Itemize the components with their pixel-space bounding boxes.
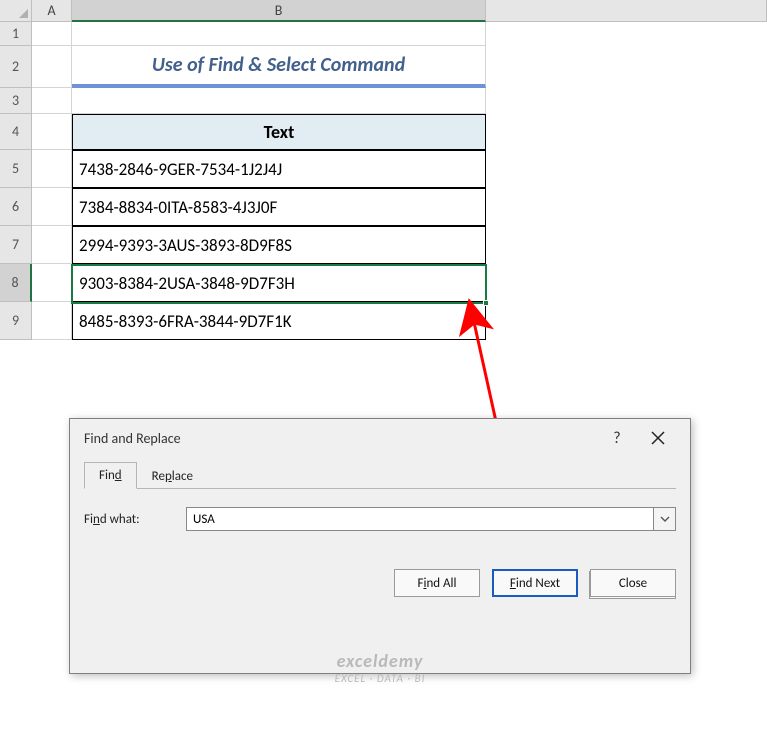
find-dropdown-button[interactable] [654, 507, 676, 531]
row-header-7[interactable]: 7 [0, 226, 32, 264]
cell-B1[interactable] [72, 22, 486, 46]
col-header-A[interactable]: A [32, 0, 72, 22]
watermark-tagline: EXCEL · DATA · BI [280, 672, 480, 685]
find-all-button[interactable]: Find All [394, 569, 480, 597]
tab-strip: Find Replace [84, 461, 676, 489]
table-row-4[interactable]: 8485-8393-6FRA-3844-9D7F1K [72, 302, 486, 340]
cell-B3[interactable] [72, 88, 486, 114]
select-all-corner[interactable] [0, 0, 32, 22]
table-row-3[interactable]: 9303-8384-2USA-3848-9D7F3H [72, 264, 486, 302]
chevron-down-icon [660, 514, 670, 524]
dialog-title: Find and Replace [84, 430, 598, 447]
cell-A4[interactable] [32, 114, 72, 150]
tab-replace[interactable]: Replace [137, 463, 208, 489]
watermark-brand: exceldemy [280, 650, 480, 672]
tab-find[interactable]: Find [84, 462, 137, 489]
dialog-titlebar[interactable]: Find and Replace ? [70, 419, 690, 457]
table-row-1[interactable]: 7384-8834-0ITA-8583-4J3J0F [72, 188, 486, 226]
row-header-6[interactable]: 6 [0, 188, 32, 226]
spreadsheet: A B 1 2 Use of Find & Select Command 3 4… [0, 0, 767, 340]
row-header-4[interactable]: 4 [0, 114, 32, 150]
find-input[interactable] [186, 507, 654, 531]
cell-A3[interactable] [32, 88, 72, 114]
close-button[interactable]: Close [590, 569, 676, 597]
find-what-label: Find what: [84, 512, 174, 527]
cell-A6[interactable] [32, 188, 72, 226]
row-header-1[interactable]: 1 [0, 22, 32, 46]
cell-A7[interactable] [32, 226, 72, 264]
col-header-B[interactable]: B [72, 0, 486, 22]
row-header-8[interactable]: 8 [0, 264, 32, 302]
cell-A2[interactable] [32, 46, 72, 88]
row-header-9[interactable]: 9 [0, 302, 32, 340]
watermark: exceldemy EXCEL · DATA · BI [280, 650, 480, 685]
close-icon[interactable] [636, 419, 680, 457]
fill-handle[interactable] [483, 300, 489, 306]
row-header-2[interactable]: 2 [0, 46, 32, 88]
col-header-blank [486, 0, 767, 22]
table-row-0[interactable]: 7438-2846-9GER-7534-1J2J4J [72, 150, 486, 188]
find-replace-dialog: Find and Replace ? Find Replace Find wha… [69, 418, 691, 674]
cell-A5[interactable] [32, 150, 72, 188]
help-button[interactable]: ? [598, 419, 636, 457]
find-combobox [186, 507, 676, 531]
table-row-2[interactable]: 2994-9393-3AUS-3893-8D9F8S [72, 226, 486, 264]
cell-A8[interactable] [32, 264, 72, 302]
row-header-5[interactable]: 5 [0, 150, 32, 188]
page-title[interactable]: Use of Find & Select Command [72, 46, 486, 88]
find-next-button[interactable]: Find Next [492, 569, 578, 597]
cell-A1[interactable] [32, 22, 72, 46]
cell-A9[interactable] [32, 302, 72, 340]
table-header[interactable]: Text [72, 114, 486, 150]
row-header-3[interactable]: 3 [0, 88, 32, 114]
